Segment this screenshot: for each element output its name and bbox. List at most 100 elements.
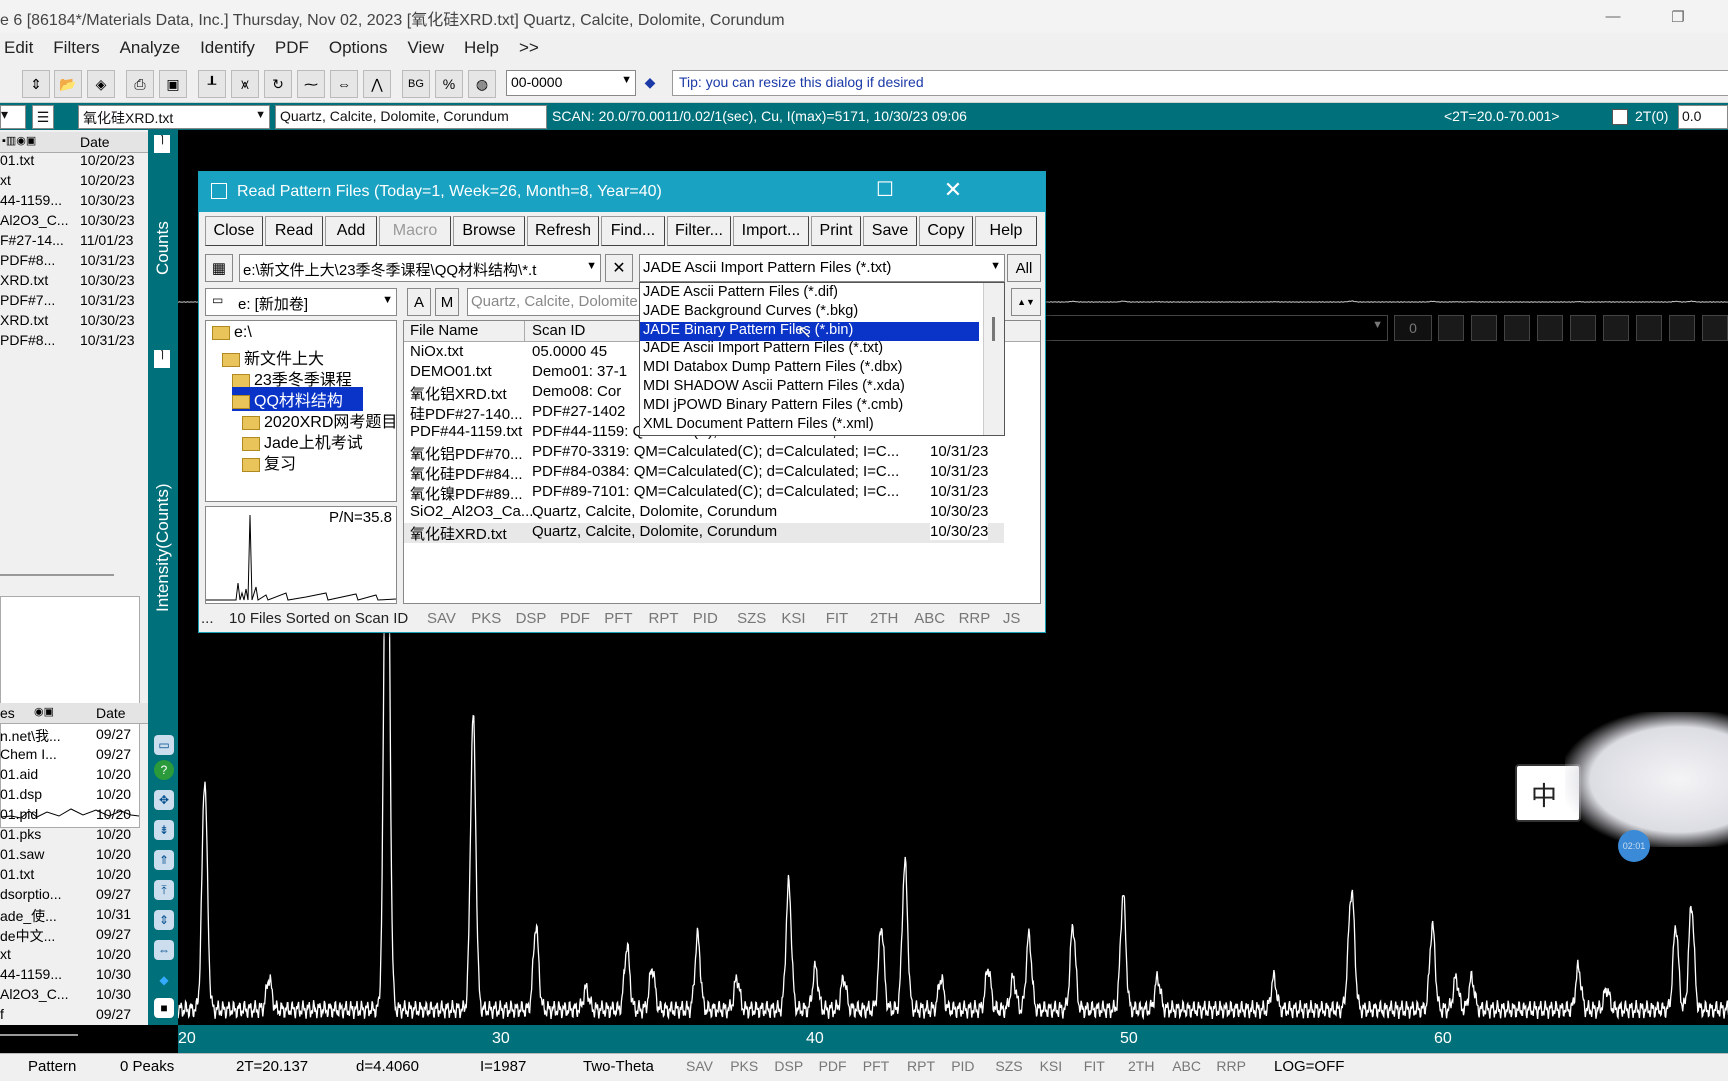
- dialog-tab-pks[interactable]: PKS: [471, 610, 501, 627]
- file-type-option[interactable]: MDI Databox Dump Pattern Files (*.dbx): [640, 359, 983, 378]
- tree-folder[interactable]: 复习: [242, 450, 296, 474]
- status-tab-pdf[interactable]: PDF: [819, 1058, 847, 1074]
- find-button[interactable]: Find...: [601, 216, 665, 246]
- help-icon[interactable]: ?: [154, 760, 174, 780]
- status-log[interactable]: LOG=OFF: [1274, 1058, 1344, 1075]
- view-selector[interactable]: ▾: [0, 105, 26, 129]
- maximize-icon[interactable]: ☐: [871, 177, 899, 205]
- list-item[interactable]: 44-1159... 10/30: [0, 966, 148, 986]
- list-item[interactable]: PDF#8... 10/31/23: [0, 332, 148, 352]
- list-item[interactable]: dsorptio... 09/27: [0, 886, 148, 906]
- file-type-option[interactable]: JADE Ascii Import Pattern Files (*.txt): [640, 340, 983, 359]
- help-button[interactable]: Help: [975, 216, 1037, 246]
- clear-path-icon[interactable]: ✕: [605, 254, 633, 282]
- chevron-down-icon[interactable]: ▼: [382, 294, 393, 306]
- file-row[interactable]: SiO2_Al2O3_Ca... Quartz, Calcite, Dolomit…: [404, 503, 1004, 523]
- import-button[interactable]: Import...: [733, 216, 809, 246]
- chevron-down-icon[interactable]: ▼: [1372, 319, 1383, 331]
- list-item[interactable]: 44-1159... 10/30/23: [0, 192, 148, 212]
- gear-icon[interactable]: [1669, 315, 1695, 341]
- status-tab-2th[interactable]: 2TH: [1128, 1058, 1154, 1074]
- file-name-column-header[interactable]: File Name: [410, 322, 478, 339]
- list-item[interactable]: XRD.txt 10/30/23: [0, 312, 148, 332]
- status-tab-pid[interactable]: PID: [951, 1058, 974, 1074]
- close-button[interactable]: Close: [205, 216, 263, 246]
- chevron-down-icon[interactable]: ▼: [990, 260, 1001, 272]
- path-list-icon[interactable]: ▦: [205, 254, 233, 282]
- list-item[interactable]: 01.dsp 10/20: [0, 786, 148, 806]
- side-toggle-mid[interactable]: ⌉: [154, 350, 170, 368]
- menu-edit[interactable]: Edit: [0, 38, 43, 58]
- fit-icon[interactable]: ⇟: [154, 820, 174, 840]
- minimize-button[interactable]: —: [1590, 0, 1636, 33]
- dialog-tab-js[interactable]: JS: [1003, 610, 1021, 627]
- right-arrow-icon[interactable]: [1504, 315, 1530, 341]
- list-item[interactable]: 01.aid 10/20: [0, 766, 148, 786]
- menu-more[interactable]: >>: [509, 38, 549, 58]
- move-icon[interactable]: ✥: [154, 790, 174, 810]
- status-tab-dsp[interactable]: DSP: [774, 1058, 803, 1074]
- bg-icon[interactable]: BG: [402, 70, 430, 98]
- scan-id-column-header[interactable]: Scan ID: [532, 322, 585, 339]
- smooth-icon[interactable]: ⁓: [297, 70, 325, 98]
- list-item[interactable]: Al2O3_C... 10/30: [0, 986, 148, 1006]
- bottom-name-header[interactable]: es: [0, 705, 15, 721]
- file-row[interactable]: 氧化硅PDF#84... PDF#84-0384: QM=Calculated(C…: [404, 463, 1004, 483]
- twotheta-checkbox[interactable]: [1612, 109, 1628, 125]
- list-item[interactable]: 01.saw 10/20: [0, 846, 148, 866]
- menu-pdf[interactable]: PDF: [265, 38, 319, 58]
- bottom-date-header[interactable]: Date: [96, 705, 126, 721]
- close-icon[interactable]: ✕: [939, 177, 967, 205]
- phases-field[interactable]: Quartz, Calcite, Dolomite, Corundum: [275, 105, 547, 129]
- dialog-tab-fit[interactable]: FIT: [826, 610, 849, 627]
- mini-combo[interactable]: ▼: [1044, 315, 1388, 341]
- globe-icon[interactable]: ◍: [468, 70, 496, 98]
- chevron-down-icon[interactable]: ▼: [255, 109, 266, 121]
- menu-analyze[interactable]: Analyze: [110, 38, 190, 58]
- up-arrow-icon[interactable]: [1438, 315, 1464, 341]
- open-folder-icon[interactable]: 📂: [54, 70, 82, 98]
- status-tab-abc[interactable]: ABC: [1172, 1058, 1201, 1074]
- up-down-arrows-icon[interactable]: ⇕: [22, 70, 50, 98]
- date-column-header[interactable]: Date: [80, 134, 110, 150]
- path-combo[interactable]: e:\新文件上大\23季冬季课程\QQ材料结构\*.t ▼: [239, 254, 601, 282]
- bar-icon[interactable]: [1603, 315, 1629, 341]
- file-type-option[interactable]: JADE Background Curves (*.bkg): [640, 303, 983, 322]
- file-row[interactable]: 氧化镍PDF#89... PDF#89-7101: QM=Calculated(C…: [404, 483, 1004, 503]
- a-button[interactable]: A: [407, 288, 431, 316]
- file-type-combo[interactable]: JADE Ascii Import Pattern Files (*.txt) …: [639, 254, 1005, 282]
- percent-icon[interactable]: %: [435, 70, 463, 98]
- top-icon[interactable]: ⤒: [154, 880, 174, 900]
- gear-icon[interactable]: [1636, 315, 1662, 341]
- macro-button[interactable]: Macro: [379, 216, 451, 246]
- menu-options[interactable]: Options: [319, 38, 398, 58]
- list-item[interactable]: PDF#8... 10/31/23: [0, 252, 148, 272]
- dialog-status-more[interactable]: ...: [201, 610, 214, 627]
- list-item[interactable]: PDF#7... 10/31/23: [0, 292, 148, 312]
- timer-badge[interactable]: 02:01: [1618, 830, 1650, 862]
- restore-button[interactable]: ❐: [1655, 0, 1701, 33]
- print-icon[interactable]: ⎙: [126, 70, 154, 98]
- file-type-option[interactable]: MDI jPOWD Binary Pattern Files (*.cmb): [640, 397, 983, 416]
- list-item[interactable]: n.net\我... 09/27: [0, 726, 148, 746]
- all-button[interactable]: All: [1007, 254, 1041, 282]
- split-icon[interactable]: ◆: [154, 970, 174, 990]
- scroll-up-icon[interactable]: ▭: [154, 735, 174, 755]
- peak-search-icon[interactable]: ⩙: [231, 70, 259, 98]
- scan-filter-field[interactable]: Quartz, Calcite, Dolomite: [467, 288, 643, 316]
- stop-icon[interactable]: ■: [154, 998, 174, 1018]
- bar-chart-icon[interactable]: ┸: [198, 70, 226, 98]
- horizontal-icon[interactable]: ⇔: [154, 940, 174, 960]
- add-button[interactable]: Add: [325, 216, 377, 246]
- pdf-locate-icon[interactable]: ◆: [640, 70, 660, 94]
- browse-button[interactable]: Browse: [453, 216, 525, 246]
- list-icon[interactable]: ☰: [32, 105, 54, 129]
- chevron-down-icon[interactable]: ▼: [621, 74, 632, 86]
- list-item[interactable]: ade_使... 10/31: [0, 906, 148, 926]
- list-item[interactable]: 01.pid 10/20: [0, 806, 148, 826]
- tree-folder[interactable]: e:\: [212, 324, 252, 342]
- file-row[interactable]: 氧化铝PDF#70... PDF#70-3319: QM=Calculated(C…: [404, 443, 1004, 463]
- down-arrow-icon[interactable]: [1471, 315, 1497, 341]
- list-item[interactable]: F#27-14... 11/01/23: [0, 232, 148, 252]
- pdf-number-combo[interactable]: 00-0000 ▼: [506, 70, 636, 96]
